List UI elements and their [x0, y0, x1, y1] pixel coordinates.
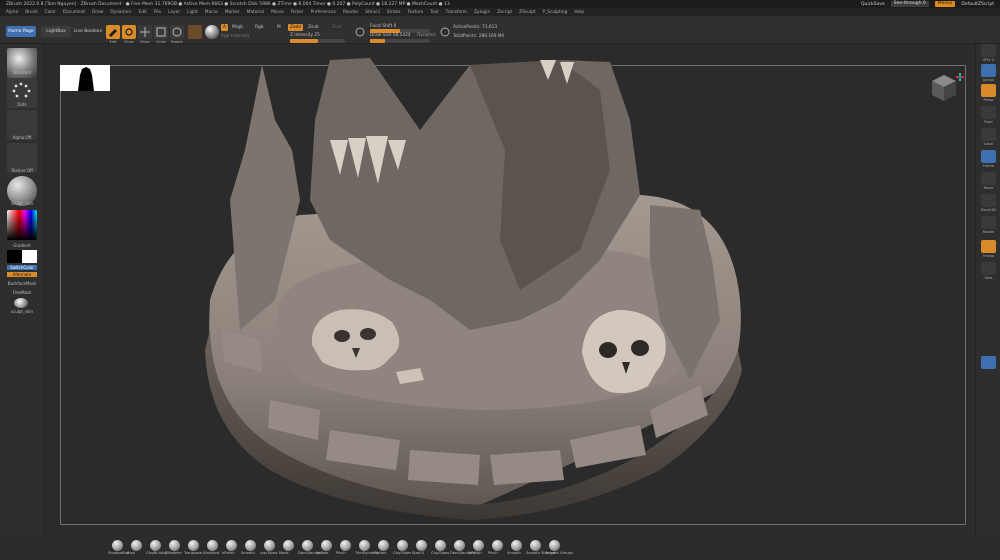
right-shelf: SPix 3 Actual Persp Floor Local Frame Move Zoom…	[975, 44, 1000, 560]
right-shelf-label: Zoom3D	[980, 208, 997, 212]
right-shelf-button[interactable]	[981, 84, 996, 97]
right-shelf-label: Rotate	[982, 230, 995, 234]
right-shelf-label: SPix 3	[983, 58, 994, 62]
brush-slot[interactable]	[112, 540, 123, 551]
brush-slot-label: ClayTubes	[431, 551, 450, 555]
brush-slot-label: Standard	[203, 551, 220, 555]
brush-slot[interactable]	[359, 540, 370, 551]
skull-left	[311, 309, 400, 371]
brush-slot[interactable]	[226, 540, 237, 551]
brush-slot[interactable]	[492, 540, 503, 551]
right-shelf-button[interactable]	[981, 128, 996, 141]
right-shelf-label: Floor	[984, 120, 993, 124]
right-shelf-button[interactable]	[981, 44, 996, 57]
brush-slot-label: clayTubes	[260, 551, 278, 555]
brush-slot[interactable]	[530, 540, 541, 551]
sculpt-model[interactable]	[0, 0, 1000, 560]
bottom-shelf: ShadowBox Blob ClayBuildup ZModeler Transpos…	[0, 536, 1000, 560]
right-shelf-label: Actual	[982, 78, 995, 82]
right-shelf-label: Transp	[982, 254, 995, 258]
brush-slot-label: ClayTubes	[393, 551, 412, 555]
brush-slot-label: ZModeler	[165, 551, 182, 555]
right-shelf-label: Frame	[982, 164, 995, 168]
brush-slot[interactable]	[188, 540, 199, 551]
right-shelf-button[interactable]	[981, 172, 996, 185]
brush-slot-label: Inflate	[317, 551, 329, 555]
right-shelf-button[interactable]	[981, 216, 996, 229]
brush-slot[interactable]	[549, 540, 560, 551]
brush-slot-label: Transpose	[184, 551, 203, 555]
brush-slot[interactable]	[340, 540, 351, 551]
brush-slot[interactable]	[473, 540, 484, 551]
brush-slot[interactable]	[131, 540, 142, 551]
brush-slot[interactable]	[207, 540, 218, 551]
right-shelf-button[interactable]	[981, 262, 996, 275]
brush-slot-label: Smooth	[507, 551, 521, 555]
brush-slot[interactable]	[264, 540, 275, 551]
brush-slot[interactable]	[435, 540, 446, 551]
brush-slot-label: hPolish	[469, 551, 482, 555]
brush-slot[interactable]	[454, 540, 465, 551]
brush-slot[interactable]	[245, 540, 256, 551]
navigation-cube-icon[interactable]	[924, 69, 964, 109]
brush-slot-label: ShadowBox	[108, 551, 129, 555]
right-shelf-label: Solo	[984, 276, 993, 280]
right-shelf-button[interactable]	[981, 194, 996, 207]
brush-slot-label: Smooth Groups	[545, 551, 573, 555]
brush-slot[interactable]	[378, 540, 389, 551]
brush-slot-label: Slash3	[412, 551, 424, 555]
brush-slot[interactable]	[321, 540, 332, 551]
brush-slot-label: Move	[279, 551, 289, 555]
brush-slot[interactable]	[511, 540, 522, 551]
polyframe-button[interactable]	[981, 356, 996, 369]
brush-slot-label: hPolish	[222, 551, 235, 555]
brush-slot-label: Pinch	[336, 551, 346, 555]
right-shelf-button[interactable]	[981, 150, 996, 163]
right-shelf-label: Move	[983, 186, 994, 190]
brush-slot[interactable]	[283, 540, 294, 551]
right-shelf-label: Local	[983, 142, 994, 146]
brush-slot[interactable]	[397, 540, 408, 551]
right-shelf-label: Persp	[983, 98, 994, 102]
brush-slot-label: Pinch	[488, 551, 498, 555]
brush-slot[interactable]	[302, 540, 313, 551]
right-shelf-button[interactable]	[981, 240, 996, 253]
brush-slot[interactable]	[169, 540, 180, 551]
brush-slot-label: Flatten	[374, 551, 387, 555]
brush-slot-label: Blob	[127, 551, 135, 555]
brush-slot[interactable]	[416, 540, 427, 551]
right-shelf-button[interactable]	[981, 106, 996, 119]
brush-slot-label: Smooth	[241, 551, 255, 555]
right-shelf-button[interactable]	[981, 64, 996, 77]
brush-slot[interactable]	[150, 540, 161, 551]
